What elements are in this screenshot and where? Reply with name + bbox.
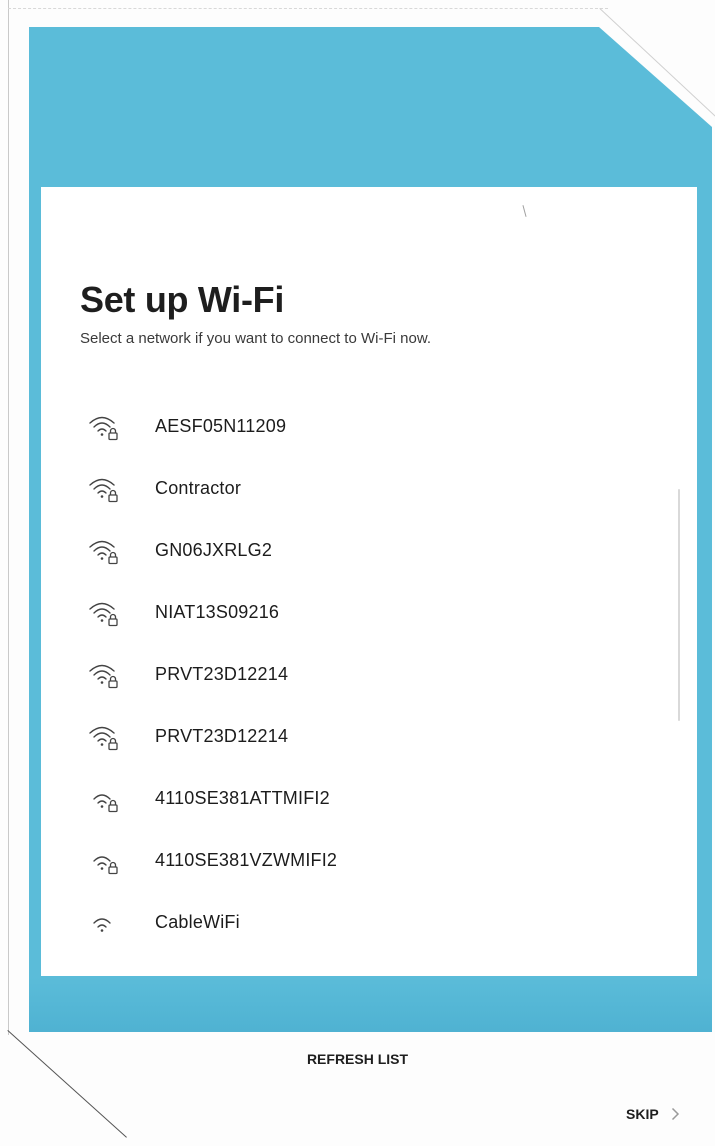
list-scrollbar[interactable] <box>678 489 680 721</box>
scan-edge-corner-bottom <box>7 1030 127 1138</box>
network-item[interactable]: 4110SE381VZWMIFI2 <box>41 829 697 891</box>
network-ssid: PRVT23D12214 <box>155 663 289 684</box>
network-ssid: Device-8007 <box>155 974 258 977</box>
lock-icon <box>108 799 118 813</box>
network-item[interactable]: PRVT23D12214 <box>41 705 697 767</box>
network-item[interactable]: CableWiFi <box>41 891 697 953</box>
network-item[interactable]: AESF05N11209 <box>41 395 697 457</box>
network-item[interactable]: PRVT23D12214 <box>41 643 697 705</box>
wifi-icon <box>89 416 118 441</box>
lock-icon <box>108 613 118 627</box>
network-ssid: GN06JXRLG2 <box>155 539 273 560</box>
network-ssid: NIAT13S09216 <box>155 601 280 622</box>
network-item[interactable]: GN06JXRLG2 <box>41 519 697 581</box>
skip-label: SKIP <box>626 1106 659 1122</box>
wifi-icon <box>93 918 111 932</box>
network-ssid: Contractor <box>155 477 242 498</box>
network-ssid: 4110SE381ATTMIFI2 <box>155 787 330 808</box>
wifi-icon <box>89 726 118 751</box>
network-ssid: 4110SE381VZWMIFI2 <box>155 849 338 870</box>
scan-edge-top <box>8 8 608 9</box>
network-list: AESF05N11209 Contractor GN06JXRLG2 NIAT13S0… <box>41 395 697 976</box>
lock-icon <box>108 427 118 441</box>
lock-icon <box>108 861 118 875</box>
wifi-icon <box>89 540 118 565</box>
wifi-icon <box>87 971 121 976</box>
skip-button[interactable]: SKIP <box>626 1106 680 1122</box>
network-item[interactable]: Device-8007 <box>41 953 697 977</box>
lock-icon <box>108 737 118 751</box>
wifi-icon <box>93 856 118 875</box>
lock-icon <box>108 489 118 503</box>
setup-card: Set up Wi-Fi Select a network if you wan… <box>41 187 697 976</box>
wifi-setup-screen: Set up Wi-Fi Select a network if you wan… <box>0 0 715 1146</box>
network-ssid: AESF05N11209 <box>155 415 287 436</box>
network-ssid: CableWiFi <box>155 911 240 932</box>
chevron-right-icon <box>671 1107 679 1121</box>
lock-icon <box>108 675 118 689</box>
page-subtitle: Select a network if you want to connect … <box>80 330 431 347</box>
wifi-icon <box>89 478 118 503</box>
wifi-icon <box>89 664 118 689</box>
refresh-list-button[interactable]: REFRESH LIST <box>0 1051 715 1067</box>
scan-edge-left <box>8 0 9 1035</box>
page-title: Set up Wi-Fi <box>80 279 285 320</box>
network-item[interactable]: Contractor <box>41 457 697 519</box>
network-item[interactable]: 4110SE381ATTMIFI2 <box>41 767 697 829</box>
lock-icon <box>108 551 118 565</box>
wifi-icon <box>89 602 118 627</box>
network-ssid: PRVT23D12214 <box>155 725 289 746</box>
scan-mark <box>522 205 527 217</box>
network-item[interactable]: NIAT13S09216 <box>41 581 697 643</box>
wifi-icon <box>93 794 118 813</box>
